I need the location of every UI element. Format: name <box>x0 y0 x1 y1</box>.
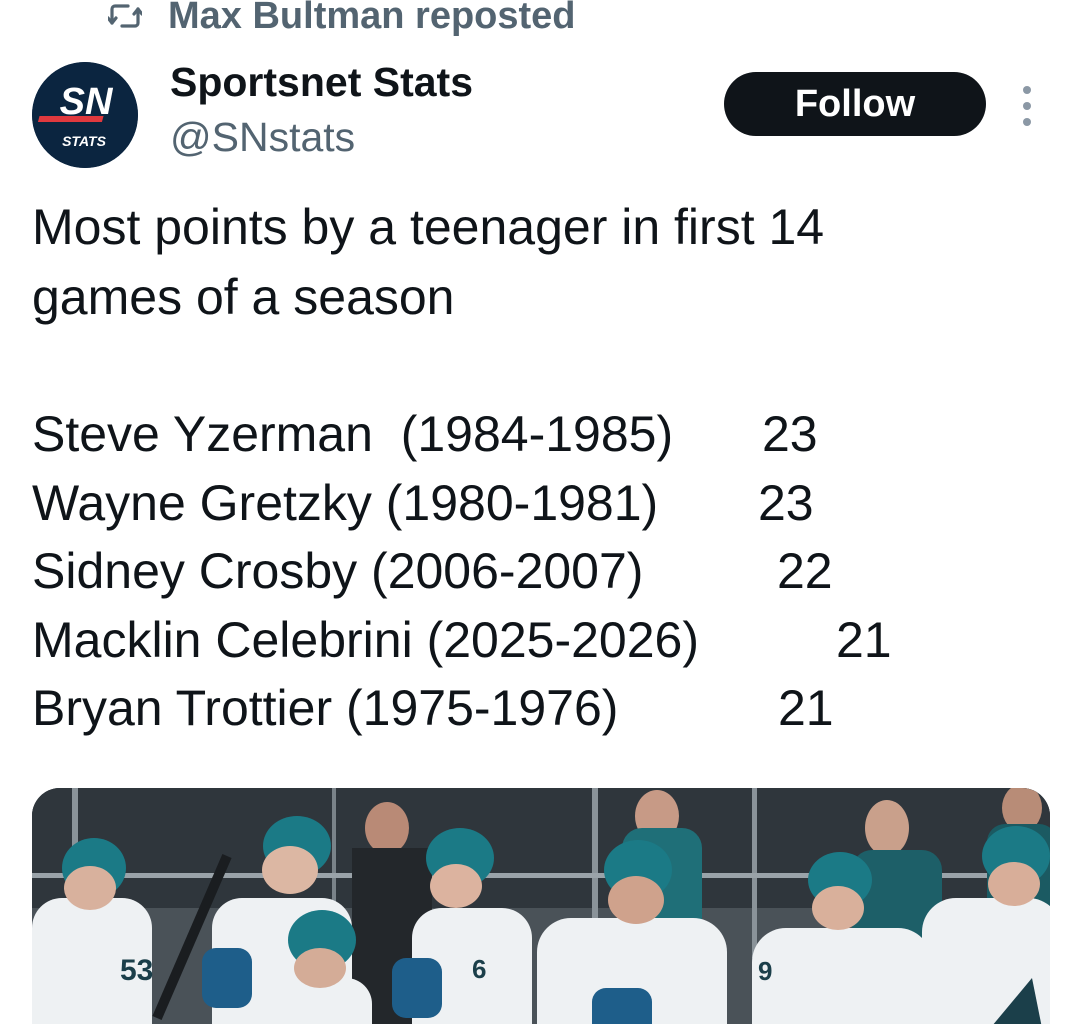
stat-player: Steve Yzerman (1984-1985) <box>32 406 674 462</box>
stat-points: 23 <box>762 406 818 462</box>
tweet-line-1: Most points by a teenager in first 14 <box>32 199 825 255</box>
stat-points: 21 <box>836 611 892 668</box>
avatar-sub-text: STATS <box>62 133 106 149</box>
stat-player: Sidney Crosby (2006-2007) <box>32 543 644 599</box>
stat-player: Wayne Gretzky (1980-1981) <box>32 474 659 531</box>
author-name[interactable]: Sportsnet Stats <box>170 56 473 108</box>
repost-line[interactable]: Max Bultman reposted <box>108 0 576 40</box>
tweet-text: Most points by a teenager in first 14 ga… <box>32 192 1032 332</box>
stat-row: Wayne Gretzky (1980-1981) 23 <box>32 469 814 538</box>
stat-row: Sidney Crosby (2006-2007) 22 <box>32 537 833 606</box>
follow-button[interactable]: Follow <box>724 72 986 136</box>
svg-text:53: 53 <box>120 954 153 987</box>
stats-list: Steve Yzerman (1984-1985) 23 Wayne Gretz… <box>32 400 892 743</box>
author-handle[interactable]: @SNstats <box>170 112 355 162</box>
more-options-icon[interactable] <box>1018 86 1036 126</box>
stat-points: 21 <box>778 680 834 736</box>
repost-text: Max Bultman reposted <box>168 0 576 37</box>
tweet-line-2: games of a season <box>32 269 455 325</box>
repost-icon <box>108 1 142 31</box>
svg-text:9: 9 <box>758 956 772 986</box>
tweet-photo[interactable]: 53 6 9 <box>32 788 1050 1024</box>
stat-player: Bryan Trottier (1975-1976) <box>32 680 619 736</box>
hockey-bench-photo: 53 6 9 <box>32 788 1050 1024</box>
stat-points: 22 <box>777 543 833 599</box>
tweet-card: Max Bultman reposted SN STATS Sportsnet … <box>0 0 1080 1024</box>
stat-row: Macklin Celebrini (2025-2026) 21 <box>32 606 892 675</box>
stat-row: Bryan Trottier (1975-1976) 21 <box>32 674 834 743</box>
stat-player: Macklin Celebrini (2025-2026) <box>32 611 699 668</box>
stat-row: Steve Yzerman (1984-1985) 23 <box>32 400 818 469</box>
stat-points: 23 <box>758 474 814 531</box>
sportsnet-stats-logo[interactable]: SN STATS <box>32 62 138 168</box>
svg-text:6: 6 <box>472 954 486 984</box>
